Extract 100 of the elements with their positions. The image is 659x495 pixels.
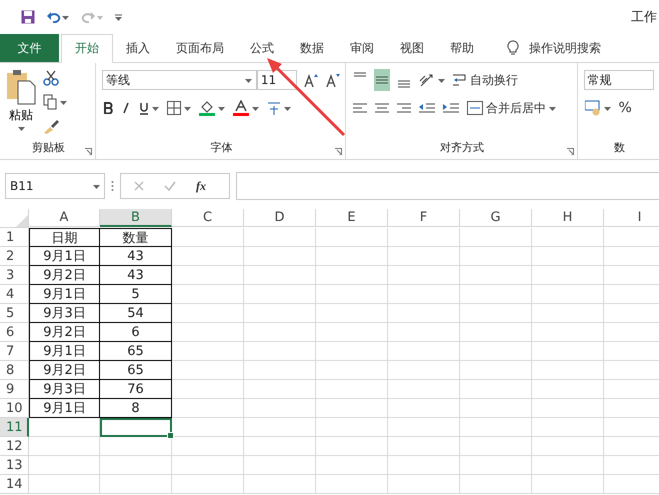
empty-cell[interactable]	[316, 456, 388, 475]
empty-cell[interactable]	[388, 380, 460, 399]
align-center-button[interactable]	[374, 101, 390, 115]
empty-cell[interactable]	[388, 361, 460, 380]
currency-button[interactable]	[584, 99, 612, 117]
empty-cell[interactable]	[532, 304, 604, 323]
empty-cell[interactable]	[316, 247, 388, 266]
empty-cell[interactable]	[460, 228, 532, 247]
empty-cell[interactable]	[316, 228, 388, 247]
ribbon-tab[interactable]: 视图	[387, 34, 437, 62]
empty-cell[interactable]	[532, 437, 604, 456]
align-right-button[interactable]	[396, 101, 412, 115]
wrap-text-button[interactable]: 自动换行	[452, 70, 519, 90]
empty-cell[interactable]	[460, 304, 532, 323]
increase-font-size-button[interactable]	[302, 72, 319, 88]
row-header[interactable]: 9	[0, 380, 29, 399]
empty-cell[interactable]	[172, 361, 244, 380]
undo-button[interactable]	[46, 10, 70, 24]
column-header[interactable]: D	[244, 209, 316, 227]
empty-cell[interactable]	[316, 380, 388, 399]
empty-cell[interactable]	[532, 380, 604, 399]
empty-cell[interactable]	[316, 323, 388, 342]
empty-cell[interactable]	[532, 266, 604, 285]
empty-cell[interactable]	[172, 399, 244, 418]
ribbon-tab[interactable]: 开始	[61, 34, 113, 63]
empty-cell[interactable]	[460, 285, 532, 304]
dialog-launcher-icon[interactable]	[334, 148, 342, 155]
column-header[interactable]: A	[29, 209, 100, 227]
empty-cell[interactable]	[460, 380, 532, 399]
row-header[interactable]: 8	[0, 361, 29, 380]
row-header[interactable]: 6	[0, 323, 29, 342]
column-header[interactable]: E	[316, 209, 388, 227]
empty-cell[interactable]	[244, 247, 316, 266]
empty-cell[interactable]	[460, 361, 532, 380]
empty-cell[interactable]	[244, 342, 316, 361]
paste-button[interactable]: 粘贴	[6, 69, 36, 140]
empty-cell[interactable]	[316, 399, 388, 418]
fill-handle[interactable]	[167, 432, 174, 439]
empty-cell[interactable]	[460, 247, 532, 266]
empty-cell[interactable]	[172, 323, 244, 342]
column-header[interactable]: C	[172, 209, 244, 227]
file-tab[interactable]: 文件	[0, 34, 59, 62]
active-cell[interactable]	[100, 418, 172, 437]
empty-cell[interactable]	[388, 456, 460, 475]
empty-cell[interactable]	[460, 323, 532, 342]
ribbon-tab[interactable]: 数据	[287, 34, 337, 62]
empty-cell[interactable]	[172, 266, 244, 285]
enter-icon[interactable]	[163, 180, 177, 192]
empty-cell[interactable]	[388, 399, 460, 418]
column-header[interactable]: G	[460, 209, 532, 227]
font-color-button[interactable]	[232, 99, 260, 117]
increase-indent-button[interactable]	[442, 101, 460, 115]
column-header[interactable]: B	[100, 209, 172, 227]
empty-cell[interactable]	[460, 475, 532, 494]
row-header[interactable]: 13	[0, 456, 29, 475]
empty-cell[interactable]	[532, 456, 604, 475]
empty-cell[interactable]	[244, 266, 316, 285]
empty-cell[interactable]	[316, 342, 388, 361]
empty-cell[interactable]	[460, 437, 532, 456]
empty-cell[interactable]	[100, 475, 172, 494]
ribbon-tab[interactable]: 插入	[113, 34, 163, 62]
empty-cell[interactable]	[172, 475, 244, 494]
empty-cell[interactable]	[532, 342, 604, 361]
row-header[interactable]: 14	[0, 475, 29, 494]
name-box[interactable]: B11	[5, 173, 105, 199]
ribbon-tab[interactable]: 审阅	[337, 34, 387, 62]
empty-cell[interactable]	[244, 437, 316, 456]
empty-cell[interactable]	[388, 342, 460, 361]
row-header[interactable]: 5	[0, 304, 29, 323]
row-header[interactable]: 4	[0, 285, 29, 304]
empty-cell[interactable]	[244, 228, 316, 247]
empty-cell[interactable]	[316, 361, 388, 380]
bold-button[interactable]	[102, 101, 114, 115]
empty-cell[interactable]	[532, 475, 604, 494]
empty-cell[interactable]	[532, 323, 604, 342]
ribbon-tab[interactable]: 页面布局	[163, 34, 237, 62]
copy-button[interactable]	[42, 93, 68, 111]
ribbon-tab[interactable]: 公式	[237, 34, 287, 62]
empty-cell[interactable]	[388, 418, 460, 437]
formula-input-field[interactable]	[236, 172, 659, 200]
empty-cell[interactable]	[388, 475, 460, 494]
insert-function-button[interactable]: fx	[195, 178, 207, 194]
empty-cell[interactable]	[244, 456, 316, 475]
empty-cell[interactable]	[244, 304, 316, 323]
empty-cell[interactable]	[244, 323, 316, 342]
empty-cell[interactable]	[388, 323, 460, 342]
column-header[interactable]: H	[532, 209, 604, 227]
empty-cell[interactable]	[244, 361, 316, 380]
empty-cell[interactable]	[388, 304, 460, 323]
empty-cell[interactable]	[172, 228, 244, 247]
empty-cell[interactable]	[244, 285, 316, 304]
redo-button[interactable]	[80, 10, 104, 24]
empty-cell[interactable]	[172, 342, 244, 361]
fill-color-button[interactable]	[198, 99, 226, 117]
row-header[interactable]: 3	[0, 266, 29, 285]
empty-cell[interactable]	[388, 437, 460, 456]
merge-center-button[interactable]: 合并后居中	[466, 98, 557, 118]
underline-button[interactable]	[138, 100, 160, 116]
number-format-dropdown[interactable]: 常规	[584, 70, 654, 90]
empty-cell[interactable]	[316, 266, 388, 285]
